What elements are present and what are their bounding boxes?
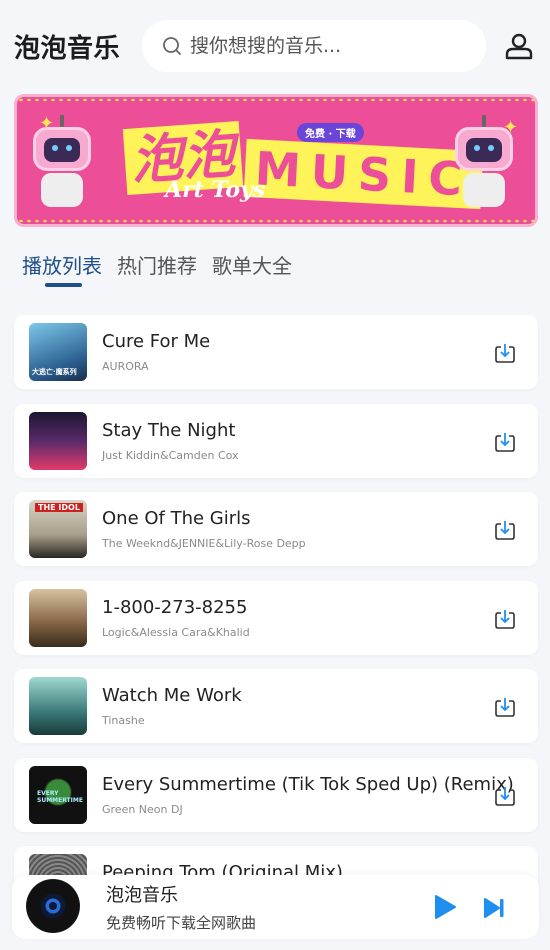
mini-player[interactable]: 泡泡音乐 免费畅听下载全网歌曲 [12, 875, 539, 939]
star-icon: ✦ [503, 117, 519, 138]
banner-dots-top [17, 97, 535, 103]
play-icon[interactable] [432, 894, 458, 920]
list-item[interactable]: Watch Me Work Tinashe [14, 669, 538, 743]
cover-label: EVERY SUMMERTIME [37, 789, 83, 804]
list-item[interactable]: 1-800-273-8255 Logic&Alessia Cara&Khalid [14, 580, 538, 655]
tab-hot[interactable]: 热门推荐 [117, 250, 197, 279]
cover-label: THE IDOL [35, 503, 83, 512]
song-artist: Green Neon DJ [102, 802, 183, 816]
app-title: 泡泡音乐 [14, 34, 121, 64]
download-icon[interactable] [494, 696, 516, 718]
player-title: 泡泡音乐 [106, 885, 178, 906]
download-icon[interactable] [494, 608, 516, 630]
next-track-icon[interactable] [482, 896, 506, 920]
song-artist: AURORA [102, 360, 149, 373]
album-cover: 大逃亡·魔系列 [29, 323, 87, 381]
tab-playlist[interactable]: 播放列表 [22, 250, 102, 279]
banner-badge: 免费 · 下载 [297, 123, 364, 142]
banner-subtitle: Art Toys [165, 177, 266, 203]
category-tabs: 播放列表 热门推荐 歌单大全 [22, 250, 292, 279]
song-title: 1-800-273-8255 [102, 596, 248, 618]
promo-banner[interactable]: ✦ 泡泡 MUSIC 免费 · 下载 Art Toys ✦ [14, 94, 538, 227]
search-bar[interactable] [142, 20, 486, 72]
song-title: Watch Me Work [102, 685, 242, 706]
robot-left-image [25, 115, 99, 209]
tab-collections[interactable]: 歌单大全 [212, 250, 292, 279]
user-icon[interactable] [504, 31, 534, 61]
banner-title-block: 泡泡 MUSIC 免费 · 下载 Art Toys [117, 115, 484, 211]
song-title: Cure For Me [102, 331, 211, 352]
song-title: Stay The Night [102, 419, 236, 441]
vinyl-disc-icon [26, 879, 80, 933]
song-artist: Just Kiddin&Camden Cox [102, 448, 239, 462]
song-artist: Logic&Alessia Cara&Khalid [102, 625, 250, 639]
search-icon [163, 37, 181, 55]
song-title: One Of The Girls [102, 508, 251, 529]
album-cover [29, 588, 87, 647]
top-bar: 泡泡音乐 [0, 0, 550, 92]
album-cover [29, 677, 87, 735]
star-icon: ✦ [39, 113, 55, 134]
download-icon[interactable] [494, 785, 516, 807]
tab-indicator [45, 283, 82, 287]
search-input[interactable] [190, 35, 460, 57]
banner-dots-bottom [17, 218, 535, 224]
list-item[interactable]: EVERY SUMMERTIME Every Summertime (Tik T… [14, 757, 538, 832]
cover-label: 大逃亡·魔系列 [32, 368, 77, 376]
player-subtitle: 免费畅听下载全网歌曲 [106, 914, 257, 932]
album-cover: EVERY SUMMERTIME [29, 765, 87, 824]
list-item[interactable]: THE IDOL One Of The Girls The Weeknd&JEN… [14, 492, 538, 566]
song-title: Every Summertime (Tik Tok Sped Up) (Remi… [102, 773, 514, 795]
song-list: 大逃亡·魔系列 Cure For Me AURORA Stay The Nigh… [14, 315, 538, 935]
download-icon[interactable] [494, 342, 516, 364]
song-artist: The Weeknd&JENNIE&Lily-Rose Depp [102, 537, 306, 550]
list-item[interactable]: Stay The Night Just Kiddin&Camden Cox [14, 403, 538, 478]
list-item[interactable]: 大逃亡·魔系列 Cure For Me AURORA [14, 315, 538, 389]
album-cover [29, 411, 87, 470]
download-icon[interactable] [494, 431, 516, 453]
album-cover: THE IDOL [29, 500, 87, 558]
song-artist: Tinashe [102, 714, 145, 727]
download-icon[interactable] [494, 519, 516, 541]
